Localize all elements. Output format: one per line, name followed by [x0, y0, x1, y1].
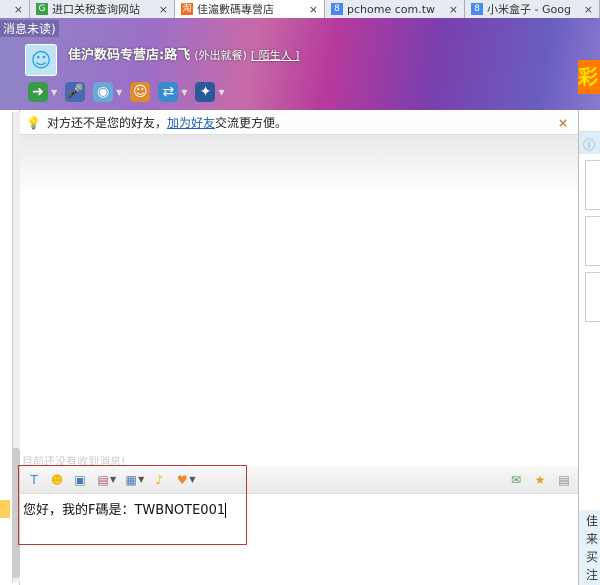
screenshot-button[interactable]: ▣	[72, 472, 88, 488]
friend-notice-bar: 💡 对方还不是您的好友， 加为好友 交流更方便。 ×	[20, 111, 578, 135]
shake-icon: ♪	[155, 472, 164, 487]
tab-title: 进口关税查询网站	[52, 3, 140, 16]
font-button[interactable]: T	[26, 472, 42, 488]
contact-name: 佳沪数码专营店:路飞 (外出就餐) [ 陌生人 ]	[68, 44, 299, 63]
promo-banner[interactable]: 彩	[578, 60, 600, 94]
message-settings-icon: ▤	[558, 473, 570, 487]
chevron-down-icon[interactable]: ▼	[189, 475, 195, 484]
scrollbar-thumb[interactable]	[12, 448, 20, 578]
panel-text: 佳来买注	[579, 510, 600, 585]
contact-list-pane	[0, 110, 20, 585]
selected-contact[interactable]	[0, 500, 10, 518]
close-tab-icon[interactable]: ×	[309, 3, 318, 16]
right-side-panel: ⓘ 佳来买注	[578, 110, 600, 585]
shake-button[interactable]: ♪	[151, 472, 167, 488]
panel-text-line: 佳	[586, 514, 599, 528]
microphone-icon: 🎤	[65, 82, 86, 102]
close-icon[interactable]: ×	[558, 116, 568, 130]
close-tab-icon[interactable]: ×	[14, 3, 23, 16]
product-thumbnail[interactable]	[585, 216, 600, 266]
microphone-button[interactable]: 🎤	[65, 82, 86, 102]
quick-reply-icon: ▦	[125, 472, 137, 487]
message-input[interactable]: 您好，我的F碼是：TWBNOTE001	[20, 495, 578, 585]
message-input-text: 您好，我的F碼是：TWBNOTE001	[23, 503, 226, 518]
favicon-icon: 淘	[181, 3, 193, 15]
tab-title: 佳滬數碼專營店	[197, 3, 274, 16]
text-caret	[225, 503, 227, 518]
emoji-button[interactable]: ☻	[49, 472, 65, 488]
contact-status: (外出就餐)	[194, 49, 247, 62]
add-friend-link[interactable]: 加为好友	[167, 114, 215, 131]
chat-toolbar: ➜ ▼ 🎤 ◉ ▼ ☺ ⇄ ▼ ✦ ▼	[28, 82, 225, 102]
font-icon: T	[30, 472, 38, 487]
quick-reply-button[interactable]: ▦ ▼	[123, 472, 144, 488]
panel-header	[579, 110, 600, 132]
chevron-down-icon[interactable]: ▼	[110, 475, 116, 484]
heart-button[interactable]: ♥ ▼	[174, 472, 196, 488]
avatar[interactable]: ☺	[25, 44, 57, 76]
lightbulb-icon: 💡	[26, 115, 41, 130]
panel-text-line: 买	[586, 550, 599, 564]
chevron-down-icon[interactable]: ▼	[51, 88, 57, 97]
webcam-icon: ◉	[93, 82, 114, 102]
close-tab-icon[interactable]: ×	[584, 3, 593, 16]
favicon-icon: 8	[471, 3, 483, 15]
webcam-button[interactable]: ◉ ▼	[93, 82, 122, 102]
app-button[interactable]: ✦ ▼	[195, 82, 225, 102]
chat-header: 消息未读) ☺ 佳沪数码专营店:路飞 (外出就餐)[ 陌生人 ] ➜ ▼ 🎤 ◉ ▼ ☺ ⇄ ▼…	[0, 18, 600, 110]
browser-tab[interactable]: 淘佳滬數碼專營店 ×	[175, 0, 325, 18]
message-settings-button[interactable]: ▤	[556, 472, 572, 488]
favicon-icon: 8	[331, 3, 343, 15]
remote-assist-icon: ⇄	[158, 82, 179, 102]
image-button[interactable]: ▤ ▼	[95, 472, 116, 488]
chat-history-button[interactable]: ✉	[508, 472, 524, 488]
favorite-message-button[interactable]: ★	[532, 472, 548, 488]
emoji-icon: ☻	[50, 472, 64, 487]
browser-tab[interactable]: 8 小米盒子 - Goog ×	[465, 0, 600, 18]
chevron-down-icon[interactable]: ▼	[218, 88, 224, 97]
favicon-icon: G	[36, 3, 48, 15]
notice-text-after: 交流更方便。	[214, 116, 287, 130]
app-icon: ✦	[195, 82, 216, 102]
tab-title: 小米盒子 - Goog	[487, 3, 571, 16]
browser-tab[interactable]: ×	[0, 0, 30, 18]
favorite-message-icon: ★	[534, 473, 546, 487]
message-history	[20, 135, 578, 455]
chevron-down-icon[interactable]: ▼	[116, 88, 122, 97]
tab-title: pchome com.tw	[347, 2, 436, 16]
file-transfer-button[interactable]: ➜ ▼	[28, 82, 57, 102]
add-contact-button[interactable]: ☺	[130, 82, 151, 102]
browser-tab-bar: × G 进口关税查询网站 × 淘佳滬數碼專營店 × 8 pchome com.tw × 8 小米盒子…	[0, 0, 600, 18]
input-toolbar: T ☻ ▣ ▤ ▼ ▦ ▼ ♪ ♥ ▼ ✉ ★ ▤	[20, 466, 578, 494]
product-thumbnail[interactable]	[585, 272, 600, 322]
panel-text-line: 注	[586, 568, 599, 582]
chat-history-icon: ✉	[510, 473, 522, 487]
close-tab-icon[interactable]: ×	[159, 3, 168, 16]
stranger-link[interactable]: [ 陌生人 ]	[251, 49, 300, 62]
panel-text-line: 来	[586, 532, 599, 546]
image-icon: ▤	[97, 472, 109, 487]
add-contact-icon: ☺	[130, 82, 151, 102]
remote-assist-button[interactable]: ⇄ ▼	[158, 82, 187, 102]
file-transfer-icon: ➜	[28, 82, 48, 102]
notice-text: 对方还不是您的好友，	[46, 116, 167, 130]
browser-tab[interactable]: G 进口关税查询网站 ×	[30, 0, 175, 18]
browser-tab[interactable]: 8 pchome com.tw ×	[325, 0, 465, 18]
contact-name-text: 佳沪数码专营店:路飞	[68, 48, 191, 63]
info-icon: ⓘ	[579, 132, 600, 154]
chevron-down-icon[interactable]: ▼	[138, 475, 144, 484]
unread-messages-label: 消息未读)	[0, 20, 59, 37]
chevron-down-icon[interactable]: ▼	[181, 88, 187, 97]
screenshot-icon: ▣	[74, 472, 86, 487]
close-tab-icon[interactable]: ×	[449, 3, 458, 16]
heart-icon: ♥	[176, 472, 188, 487]
product-thumbnail[interactable]	[585, 160, 600, 210]
